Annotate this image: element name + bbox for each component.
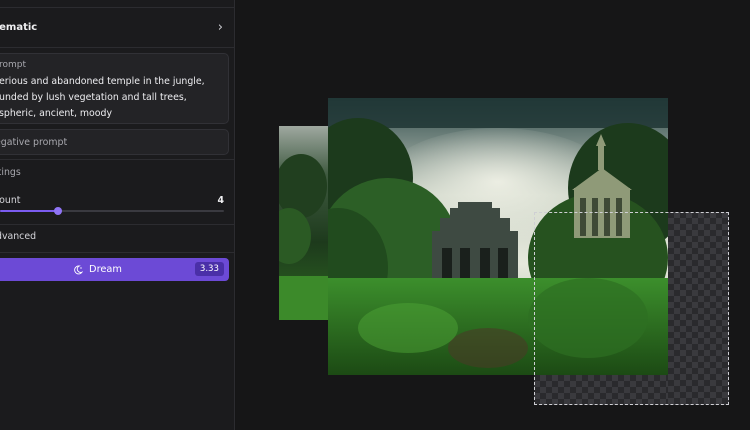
- prompt-text[interactable]: erious and abandoned temple in the jungl…: [0, 74, 228, 122]
- divider: [0, 159, 234, 160]
- image-count-value: 4: [217, 195, 224, 206]
- generated-image-left[interactable]: [279, 126, 329, 320]
- settings-heading: ttings: [0, 167, 21, 178]
- divider: [0, 252, 234, 253]
- dream-button[interactable]: Dream 3.33: [0, 258, 229, 281]
- dream-cost-badge: 3.33: [194, 262, 224, 276]
- canvas-area[interactable]: [236, 0, 750, 430]
- style-name: nematic: [0, 22, 38, 33]
- advanced-toggle[interactable]: dvanced: [0, 231, 36, 242]
- sidebar-panel: nematic › rompt erious and abandoned tem…: [0, 0, 235, 430]
- slider-fill: [0, 210, 59, 212]
- negative-prompt-field[interactable]: [0, 129, 229, 155]
- generation-frame[interactable]: [534, 212, 729, 405]
- negative-prompt-input[interactable]: [0, 136, 228, 148]
- divider: [0, 224, 234, 225]
- image-count-slider[interactable]: [0, 207, 224, 215]
- prompt-label: rompt: [0, 60, 27, 70]
- style-selector[interactable]: nematic ›: [0, 8, 234, 48]
- dream-label: Dream: [89, 264, 122, 275]
- app-window: nematic › rompt erious and abandoned tem…: [0, 0, 750, 430]
- prompt-input[interactable]: rompt erious and abandoned temple in the…: [0, 53, 229, 124]
- image-count-label: count: [0, 195, 21, 206]
- moon-sparkle-icon: [74, 265, 84, 274]
- image-count-row: count 4: [0, 195, 224, 206]
- chevron-right-icon: ›: [217, 20, 223, 35]
- slider-thumb[interactable]: [54, 207, 63, 215]
- dream-button-content: Dream: [73, 264, 122, 275]
